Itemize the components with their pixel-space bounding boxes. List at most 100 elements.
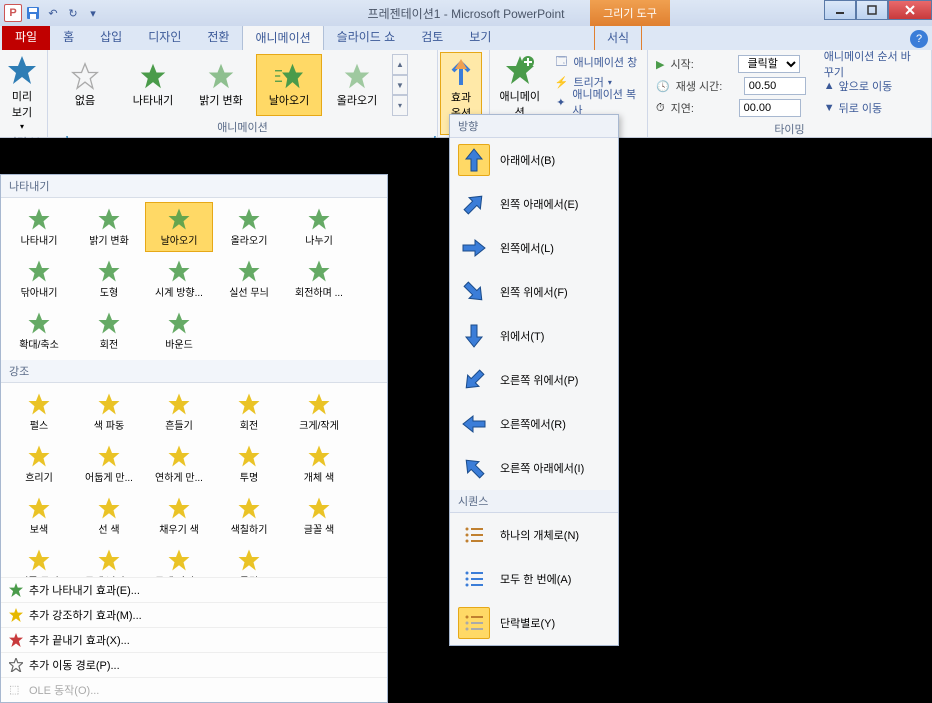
gallery-item[interactable]: 펄스: [5, 387, 73, 437]
gallery-item[interactable]: 나누기: [285, 202, 353, 252]
anim-floatin[interactable]: 올라오기: [324, 54, 390, 116]
gallery-item[interactable]: 회전: [75, 306, 143, 356]
gallery-item[interactable]: 크게/작게: [285, 387, 353, 437]
gallery-item[interactable]: 실선 무늬: [215, 254, 283, 304]
undo-icon[interactable]: ↶: [44, 4, 62, 22]
gallery-item[interactable]: 색칠하기: [215, 491, 283, 541]
gallery-item[interactable]: 밝기 변화: [75, 202, 143, 252]
move-later-button[interactable]: ▼ 뒤로 이동: [820, 98, 923, 118]
gallery-item[interactable]: 날아오기: [145, 202, 213, 252]
anim-flyin[interactable]: 날아오기: [256, 54, 322, 116]
save-icon[interactable]: [24, 4, 42, 22]
tab-insert[interactable]: 삽입: [87, 23, 135, 50]
more-entrance-label: 추가 나타내기 효과(E)...: [29, 582, 140, 598]
tab-file[interactable]: 파일: [2, 23, 50, 50]
tab-home[interactable]: 홈: [50, 23, 87, 50]
tab-format[interactable]: 서식: [594, 24, 642, 50]
anim-appear[interactable]: 나타내기: [120, 54, 186, 116]
more-exit-button[interactable]: 추가 끝내기 효과(X)...: [1, 627, 387, 652]
sequence-all-at-once[interactable]: 모두 한 번에(A): [450, 557, 618, 601]
trigger-icon: ⚡: [553, 74, 569, 90]
arrow-up-right-icon: [458, 188, 490, 220]
direction-from-top-left[interactable]: 왼쪽 위에서(F): [450, 270, 618, 314]
gallery-item[interactable]: 흐리기: [5, 439, 73, 489]
animation-pane-button[interactable]: 🗔 애니메이션 창: [549, 52, 645, 72]
gallery-item[interactable]: 확대/축소: [5, 306, 73, 356]
close-button[interactable]: [888, 0, 932, 20]
more-entrance-button[interactable]: 추가 나타내기 효과(E)...: [1, 577, 387, 602]
gallery-item[interactable]: 올라오기: [215, 202, 283, 252]
ribbon-tabs: 파일 홈 삽입 디자인 전환 애니메이션 슬라이드 쇼 검토 보기 서식 ?: [0, 26, 932, 50]
gallery-item[interactable]: 글꼴 색: [285, 491, 353, 541]
gallery-item[interactable]: 개체 색: [285, 439, 353, 489]
gallery-item[interactable]: 회전하며 ...: [285, 254, 353, 304]
gallery-up-icon[interactable]: ▲: [392, 54, 408, 75]
tab-transitions[interactable]: 전환: [194, 23, 242, 50]
gallery-item[interactable]: 도형: [75, 254, 143, 304]
gallery-item[interactable]: 채우기 색: [145, 491, 213, 541]
direction-from-right[interactable]: 오른쪽에서(R): [450, 402, 618, 446]
direction-from-top[interactable]: 위에서(T): [450, 314, 618, 358]
gallery-item[interactable]: 굵게 나타...: [145, 543, 213, 577]
gallery-item[interactable]: 닦아내기: [5, 254, 73, 304]
direction-from-bottom-right[interactable]: 오른쪽 아래에서(I): [450, 446, 618, 490]
motion-star-icon: [9, 658, 23, 672]
gallery-item[interactable]: 연하게 만...: [145, 439, 213, 489]
duration-input[interactable]: [744, 77, 806, 95]
emphasis-star-icon: [9, 608, 23, 622]
tab-slideshow[interactable]: 슬라이드 쇼: [324, 23, 409, 50]
tab-animations[interactable]: 애니메이션: [242, 24, 323, 50]
animation-painter-button[interactable]: ✦ 애니메이션 복사: [549, 92, 645, 112]
direction-from-top-right[interactable]: 오른쪽 위에서(P): [450, 358, 618, 402]
help-icon[interactable]: ?: [910, 30, 928, 48]
gallery-item[interactable]: 보색: [5, 491, 73, 541]
gallery-expand: ▲ ▼ ▾: [392, 54, 408, 116]
tab-view[interactable]: 보기: [456, 23, 504, 50]
direction-from-left[interactable]: 왼쪽에서(L): [450, 226, 618, 270]
gallery-item[interactable]: 시계 방향...: [145, 254, 213, 304]
arrow-right-icon: [458, 232, 490, 264]
gallery-item[interactable]: 회전: [215, 387, 283, 437]
minimize-button[interactable]: [824, 0, 856, 20]
more-emphasis-button[interactable]: 추가 강조하기 효과(M)...: [1, 602, 387, 627]
gallery-item[interactable]: 어둡게 만...: [75, 439, 143, 489]
gallery-item[interactable]: 색 파동: [75, 387, 143, 437]
gallery-item[interactable]: 투명: [215, 439, 283, 489]
gallery-item[interactable]: 굵게 번쩍...: [75, 543, 143, 577]
tab-review[interactable]: 검토: [408, 23, 456, 50]
start-select[interactable]: 클릭할 때: [738, 55, 800, 73]
sequence-by-paragraph[interactable]: 단락별로(Y): [450, 601, 618, 645]
gallery-down-icon[interactable]: ▼: [392, 75, 408, 96]
qat-dropdown-icon[interactable]: ▾: [84, 4, 102, 22]
app-icon[interactable]: P: [4, 4, 22, 22]
direction-from-bottom[interactable]: 아래에서(B): [450, 138, 618, 182]
anim-none-label: 없음: [75, 92, 95, 108]
gallery-item[interactable]: 물결: [215, 543, 283, 577]
ole-action-button[interactable]: ⬚ OLE 동작(O)...: [1, 677, 387, 702]
gallery-item[interactable]: 흔들기: [145, 387, 213, 437]
anim-fade[interactable]: 밝기 변화: [188, 54, 254, 116]
gallery-item[interactable]: 바운드: [145, 306, 213, 356]
add-animation-icon: [504, 54, 536, 86]
sequence-as-one[interactable]: 하나의 개체로(N): [450, 513, 618, 557]
ole-action-label: OLE 동작(O)...: [29, 682, 99, 698]
gallery-item[interactable]: 나타내기: [5, 202, 73, 252]
window-controls: [824, 0, 932, 20]
gallery-item[interactable]: 선 색: [75, 491, 143, 541]
maximize-button[interactable]: [856, 0, 888, 20]
gallery-item[interactable]: 밑줄 긋기: [5, 543, 73, 577]
window-title: 프레젠테이션1 - Microsoft PowerPoint: [368, 5, 565, 22]
gallery-more-icon[interactable]: ▾: [392, 95, 408, 116]
anim-none[interactable]: 없음: [52, 54, 118, 116]
arrow-left-icon: [458, 408, 490, 440]
move-later-label: 뒤로 이동: [839, 100, 883, 116]
more-motion-button[interactable]: 추가 이동 경로(P)...: [1, 652, 387, 677]
redo-icon[interactable]: ↻: [64, 4, 82, 22]
preview-button[interactable]: 미리 보기 ▾: [2, 52, 42, 133]
tab-design[interactable]: 디자인: [135, 23, 194, 50]
anim-flyin-label: 날아오기: [269, 92, 309, 108]
direction-from-bottom-left[interactable]: 왼쪽 아래에서(E): [450, 182, 618, 226]
delay-input[interactable]: [739, 99, 801, 117]
direction-header: 방향: [450, 115, 618, 138]
move-earlier-button[interactable]: ▲ 앞으로 이동: [820, 76, 923, 96]
